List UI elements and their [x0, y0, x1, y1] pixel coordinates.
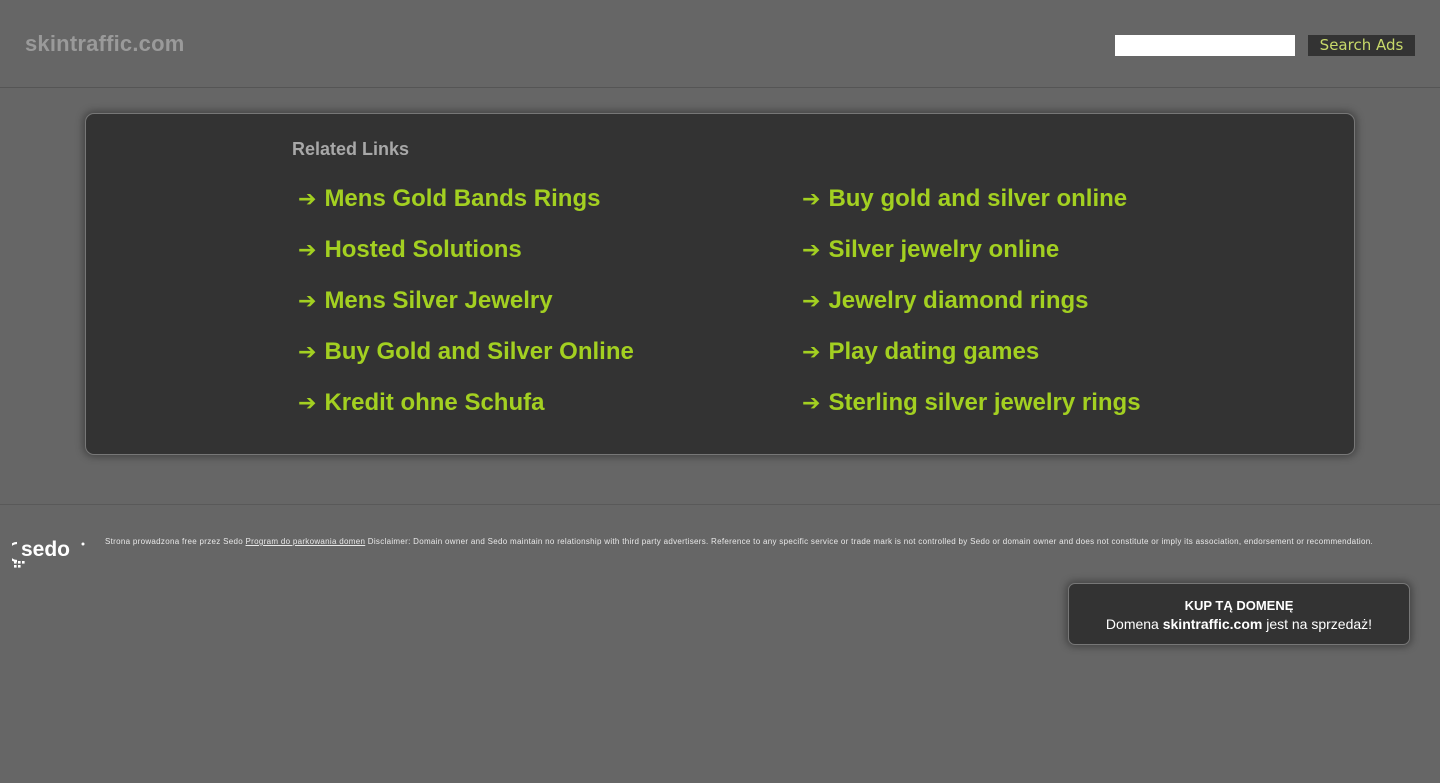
arrow-right-icon: ➔ [298, 187, 317, 212]
arrow-right-icon: ➔ [802, 391, 821, 416]
arrow-right-icon: ➔ [298, 238, 317, 263]
related-link[interactable]: ➔ Buy gold and silver online [802, 185, 1141, 236]
related-link-label: Buy gold and silver online [828, 185, 1128, 212]
related-link-label: Silver jewelry online [828, 236, 1060, 263]
parking-program-link[interactable]: Program do parkowania domen [246, 537, 366, 546]
sedo-logo-dot [14, 565, 17, 568]
disclaimer-text: Disclaimer: Domain owner and Sedo mainta… [367, 537, 1374, 546]
sedo-logo-text: sedo [21, 538, 70, 561]
buy-domain-prefix: Domena [1105, 616, 1159, 632]
sedo-logo-dot [22, 561, 25, 564]
related-link[interactable]: ➔ Mens Silver Jewelry [298, 287, 634, 338]
disclaimer-prefix: Strona prowadzona free przez Sedo [105, 537, 243, 546]
disclaimer: Strona prowadzona free przez Sedo Progra… [105, 536, 1405, 547]
arrow-right-icon: ➔ [802, 289, 821, 314]
arrow-right-icon: ➔ [298, 340, 317, 365]
arrow-right-icon: ➔ [802, 187, 821, 212]
buy-domain-title: KUP TĄ DOMENĘ [1184, 598, 1294, 613]
sedo-logo-dot [18, 561, 21, 564]
related-links-right-column: ➔ Buy gold and silver online ➔ Silver jewe… [802, 185, 1141, 440]
buy-domain-box[interactable]: KUP TĄ DOMENĘ Domena skintraffic.com jes… [1068, 583, 1410, 645]
buy-domain-line: Domena skintraffic.com jest na sprzedaż! [1069, 614, 1409, 634]
related-link-label: Kredit ohne Schufa [324, 389, 545, 416]
sedo-logo-dot [18, 565, 21, 568]
related-link-label: Sterling silver jewelry rings [828, 389, 1141, 416]
related-link-label: Mens Silver Jewelry [324, 287, 553, 314]
related-link[interactable]: ➔ Mens Gold Bands Rings [298, 185, 634, 236]
related-link[interactable]: ➔ Hosted Solutions [298, 236, 634, 287]
related-link-label: Hosted Solutions [324, 236, 522, 263]
related-link-label: Jewelry diamond rings [828, 287, 1089, 314]
related-link[interactable]: ➔ Play dating games [802, 338, 1141, 389]
related-link-label: Play dating games [828, 338, 1040, 365]
related-link[interactable]: ➔ Jewelry diamond rings [802, 287, 1141, 338]
sedo-logo-arc [12, 541, 18, 563]
sedo-logo[interactable]: sedo [12, 534, 92, 568]
related-link-label: Mens Gold Bands Rings [324, 185, 601, 212]
related-links-left-column: ➔ Mens Gold Bands Rings ➔ Hosted Solutions… [298, 185, 634, 440]
buy-domain-suffix: jest na sprzedaż! [1266, 616, 1373, 632]
arrow-right-icon: ➔ [298, 391, 317, 416]
related-link[interactable]: ➔ Buy Gold and Silver Online [298, 338, 634, 389]
related-links-heading: Related Links [292, 139, 410, 159]
related-link-label: Buy Gold and Silver Online [324, 338, 634, 365]
search-input[interactable] [1115, 35, 1295, 56]
page-header: skintraffic.com Search Ads [0, 0, 1440, 88]
search-ads-button[interactable]: Search Ads [1308, 35, 1415, 56]
related-links-box: Related Links ➔ Mens Gold Bands Rings ➔ Ho… [85, 113, 1355, 455]
sedo-logo-dot [14, 561, 17, 564]
sedo-logo-mark [81, 542, 85, 546]
related-link[interactable]: ➔ Sterling silver jewelry rings [802, 389, 1141, 440]
related-link[interactable]: ➔ Silver jewelry online [802, 236, 1141, 287]
site-title[interactable]: skintraffic.com [25, 31, 185, 57]
arrow-right-icon: ➔ [802, 238, 821, 263]
arrow-right-icon: ➔ [298, 289, 317, 314]
arrow-right-icon: ➔ [802, 340, 821, 365]
buy-domain-name: skintraffic.com [1162, 616, 1263, 632]
related-link[interactable]: ➔ Kredit ohne Schufa [298, 389, 634, 440]
